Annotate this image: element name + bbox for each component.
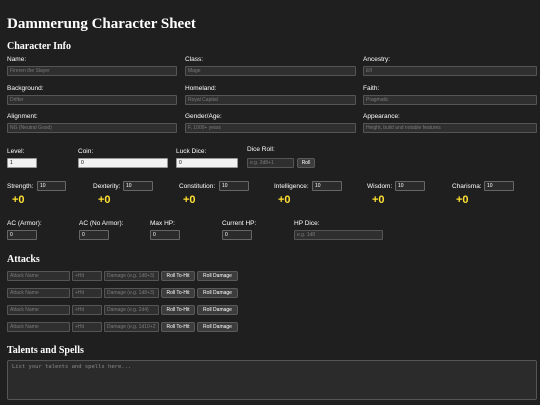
roll-damage-button[interactable]: Roll Damage [197,271,238,281]
dice-roll-input[interactable] [247,158,294,168]
attack-damage-input[interactable] [104,288,159,298]
charisma-input[interactable] [484,181,514,191]
background-input[interactable] [7,95,177,105]
coin-input[interactable] [78,158,168,168]
strength-input[interactable] [37,181,66,191]
alignment-input[interactable] [7,123,177,133]
class-label: Class: [185,56,204,63]
max-hp-input[interactable] [150,230,180,240]
attack-name-input[interactable] [7,322,70,332]
attack-hit-input[interactable] [72,305,102,315]
roll-button[interactable]: Roll [297,158,315,168]
alignment-label: Alignment: [7,113,38,120]
attack-name-input[interactable] [7,305,70,315]
coin-label: Coin: [78,148,94,155]
hp-dice-label: HP Dice: [294,220,320,227]
appearance-label: Appearance: [363,113,400,120]
gender-age-label: Gender/Age: [185,113,222,120]
attack-hit-input[interactable] [72,322,102,332]
homeland-label: Homeland: [185,85,217,92]
ac-no-armor-label: AC (No Armor): [79,220,124,227]
max-hp-label: Max HP: [150,220,175,227]
ac-armor-input[interactable] [7,230,37,240]
talents-textarea[interactable] [7,360,537,400]
talents-heading: Talents and Spells [7,345,84,356]
name-input[interactable] [7,66,177,76]
faith-input[interactable] [363,95,537,105]
character-info-heading: Character Info [7,41,71,52]
roll-damage-button[interactable]: Roll Damage [197,288,238,298]
faith-label: Faith: [363,85,380,92]
ac-no-armor-input[interactable] [79,230,109,240]
attack-hit-input[interactable] [72,271,102,281]
intelligence-input[interactable] [312,181,342,191]
name-label: Name: [7,56,27,63]
charisma-modifier: +0 [456,194,469,206]
page-title: Dammerung Character Sheet [7,16,196,32]
dice-roll-label: Dice Roll: [247,146,275,153]
ancestry-label: Ancestry: [363,56,391,63]
attack-name-input[interactable] [7,271,70,281]
luck-dice-input[interactable] [176,158,238,168]
homeland-input[interactable] [185,95,356,105]
constitution-label: Constitution: [179,183,216,190]
dexterity-input[interactable] [123,181,153,191]
appearance-input[interactable] [363,123,537,133]
strength-label: Strength: [7,183,34,190]
strength-modifier: +0 [12,194,25,206]
intelligence-label: Intelligence: [274,183,309,190]
class-input[interactable] [185,66,356,76]
roll-to-hit-button[interactable]: Roll To-Hit [161,288,195,298]
attack-name-input[interactable] [7,288,70,298]
constitution-modifier: +0 [183,194,196,206]
charisma-label: Charisma: [452,183,482,190]
attack-damage-input[interactable] [104,305,159,315]
current-hp-input[interactable] [222,230,252,240]
wisdom-input[interactable] [395,181,425,191]
roll-to-hit-button[interactable]: Roll To-Hit [161,305,195,315]
level-label: Level: [7,148,25,155]
level-input[interactable] [7,158,37,168]
attack-hit-input[interactable] [72,288,102,298]
roll-damage-button[interactable]: Roll Damage [197,322,238,332]
roll-damage-button[interactable]: Roll Damage [197,305,238,315]
luck-dice-label: Luck Dice: [176,148,207,155]
ac-armor-label: AC (Armor): [7,220,42,227]
attack-damage-input[interactable] [104,322,159,332]
current-hp-label: Current HP: [222,220,257,227]
ancestry-input[interactable] [363,66,537,76]
wisdom-label: Wisdom: [367,183,393,190]
dexterity-modifier: +0 [98,194,111,206]
dexterity-label: Dexterity: [93,183,121,190]
intelligence-modifier: +0 [278,194,291,206]
attack-damage-input[interactable] [104,271,159,281]
wisdom-modifier: +0 [372,194,385,206]
constitution-input[interactable] [219,181,249,191]
roll-to-hit-button[interactable]: Roll To-Hit [161,271,195,281]
attacks-heading: Attacks [7,254,40,265]
background-label: Background: [7,85,44,92]
hp-dice-input[interactable] [294,230,383,240]
gender-age-input[interactable] [185,123,356,133]
roll-to-hit-button[interactable]: Roll To-Hit [161,322,195,332]
